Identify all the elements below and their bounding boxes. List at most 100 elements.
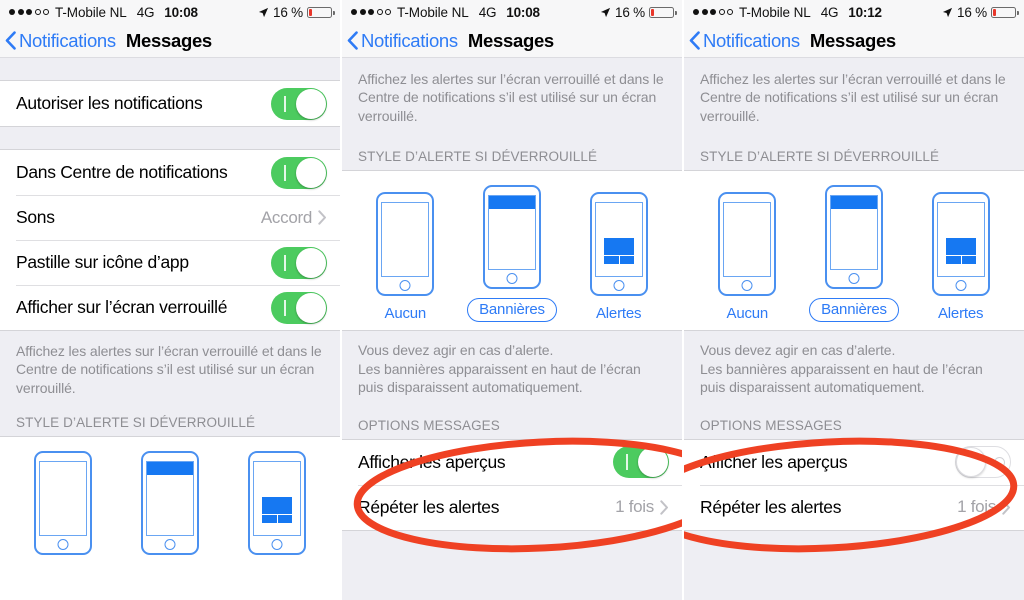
alert-style-picker[interactable]: Aucun Bannières Alertes: [684, 170, 1024, 332]
row-label: Pastille sur icône d’app: [16, 252, 189, 272]
row-control: [271, 156, 327, 189]
alert-style-label: Bannières: [467, 298, 557, 323]
alert-style-label: Aucun: [384, 305, 427, 323]
row-value-repeter: 1 fois: [957, 497, 996, 517]
alert-style-picker[interactable]: Aucun Bannières Alertes: [342, 170, 682, 332]
footnote-banner-behavior: Vous devez agir en cas d’alerte. Les ban…: [342, 331, 682, 401]
carrier-label: T-Mobile NL: [739, 4, 811, 20]
row-control: [271, 87, 327, 120]
toggle-autoriser-les-notifications[interactable]: [271, 87, 327, 120]
toggle-afficher-les-apercus[interactable]: [955, 446, 1011, 479]
alert-style-label: Alertes: [937, 305, 984, 323]
alert-style-label: Bannières: [809, 298, 899, 323]
status-bar-left: T-Mobile NL 4G 10:08: [9, 5, 198, 20]
clock-label: 10:08: [164, 4, 198, 20]
row-label: Afficher les aperçus: [358, 451, 506, 472]
navigation-bar: Notifications Messages: [342, 24, 682, 58]
alert-style-label: Aucun: [726, 305, 769, 323]
settings-group-message-options: Afficher les aperçus Répéter les alertes…: [684, 438, 1024, 531]
page-title: Messages: [125, 29, 212, 51]
chevron-left-icon: [689, 31, 700, 50]
phone-alert-icon: [247, 451, 306, 556]
toggle-afficher-sur-lecran-verrouille[interactable]: [271, 291, 327, 324]
phone-alert-icon: [589, 192, 648, 297]
row-repeter-les-alertes[interactable]: Répéter les alertes 1 fois: [684, 484, 1024, 530]
footnote-lockscreen: Affichez les alertes sur l’écran verroui…: [684, 58, 1024, 130]
row-label: Dans Centre de notifications: [16, 162, 228, 182]
row-autoriser-les-notifications[interactable]: Autoriser les notifications: [0, 81, 340, 126]
battery-percent-label: 16 %: [957, 4, 987, 20]
alert-style-option-bannieres[interactable]: Bannières: [806, 185, 902, 323]
toggle-afficher-les-apercus[interactable]: [613, 446, 669, 479]
settings-group-options: Dans Centre de notifications Sons Accord: [0, 149, 340, 331]
settings-scroll-area[interactable]: Affichez les alertes sur l’écran verroui…: [684, 58, 1024, 600]
group-spacer: [0, 58, 340, 80]
signal-strength-icon: [9, 9, 49, 15]
row-label: Afficher sur l’écran verrouillé: [16, 297, 228, 317]
alert-style-option-aucun[interactable]: Aucun: [357, 192, 453, 322]
status-bar-left: T-Mobile NL 4G 10:12: [693, 5, 882, 20]
toggle-pastille-sur-icone-dapp[interactable]: [271, 246, 327, 279]
row-control: [271, 246, 327, 279]
phone-blank-icon: [376, 192, 435, 297]
chevron-right-icon: [1002, 500, 1010, 515]
alert-style-option-alertes[interactable]: Alertes: [229, 451, 325, 556]
toggle-dans-centre-de-notifications[interactable]: [271, 156, 327, 189]
status-bar-right: 16 %: [600, 5, 677, 20]
section-header-alert-style: STYLE D’ALERTE SI DÉVERROUILLÉ: [342, 129, 682, 171]
row-dans-centre-de-notifications[interactable]: Dans Centre de notifications: [0, 150, 340, 195]
row-label: Autoriser les notifications: [16, 93, 203, 113]
row-control: 1 fois: [615, 497, 669, 517]
alert-style-label: Alertes: [595, 305, 642, 323]
footnote-banner-behavior: Vous devez agir en cas d’alerte. Les ban…: [684, 331, 1024, 401]
navigation-bar: Notifications Messages: [684, 24, 1024, 58]
settings-scroll-area[interactable]: Autoriser les notifications Dans Centre …: [0, 58, 340, 600]
footnote-lockscreen: Affichez les alertes sur l’écran verroui…: [0, 331, 340, 402]
network-type-label: 4G: [478, 4, 497, 20]
row-label: Afficher les aperçus: [700, 451, 848, 472]
status-bar: T-Mobile NL 4G 10:08 16 %: [342, 0, 682, 24]
row-pastille-sur-icone-dapp[interactable]: Pastille sur icône d’app: [0, 240, 340, 285]
alert-style-option-bannieres[interactable]: Bannières: [464, 185, 560, 323]
chevron-left-icon: [347, 31, 358, 50]
alert-style-option-aucun[interactable]: Aucun: [15, 451, 111, 556]
row-value-repeter: 1 fois: [615, 497, 654, 517]
row-sons[interactable]: Sons Accord: [0, 195, 340, 240]
chevron-left-icon: [5, 31, 16, 50]
row-control: [955, 446, 1011, 479]
row-value-sons: Accord: [260, 207, 312, 227]
row-afficher-sur-lecran-verrouille[interactable]: Afficher sur l’écran verrouillé: [0, 285, 340, 330]
phone-alert-icon: [931, 192, 990, 297]
row-repeter-les-alertes[interactable]: Répéter les alertes 1 fois: [342, 484, 682, 530]
status-bar-right: 16 %: [258, 4, 335, 20]
row-control: Accord: [261, 208, 327, 228]
settings-scroll-area[interactable]: Affichez les alertes sur l’écran verroui…: [342, 58, 682, 600]
row-afficher-les-apercus[interactable]: Afficher les aperçus: [684, 439, 1024, 485]
row-label: Sons: [16, 207, 55, 227]
phone-banner-icon: [482, 185, 541, 290]
battery-percent-label: 16 %: [273, 4, 303, 20]
location-arrow-icon: [942, 7, 953, 17]
back-button[interactable]: Notifications: [347, 30, 458, 52]
page-title: Messages: [809, 29, 896, 51]
bottom-filler: [684, 530, 1024, 600]
alert-style-option-aucun[interactable]: Aucun: [699, 192, 795, 322]
row-control: 1 fois: [957, 497, 1011, 517]
back-button[interactable]: Notifications: [689, 30, 800, 52]
settings-group-message-options: Afficher les aperçus Répéter les alertes…: [342, 438, 682, 531]
chevron-right-icon: [660, 500, 668, 515]
status-bar: T-Mobile NL 4G 10:08 16 %: [0, 0, 340, 24]
alert-style-picker[interactable]: Aucun Bannières Alertes: [0, 436, 340, 556]
alert-style-option-bannieres[interactable]: Bannières: [122, 451, 218, 556]
row-afficher-les-apercus[interactable]: Afficher les aperçus: [342, 439, 682, 485]
alert-style-option-alertes[interactable]: Alertes: [571, 192, 667, 322]
clock-label: 10:12: [848, 4, 882, 20]
section-header-options-messages: OPTIONS MESSAGES: [342, 400, 682, 439]
bottom-filler: [342, 530, 682, 600]
alert-style-option-alertes[interactable]: Alertes: [913, 192, 1009, 322]
phone-screen-3: T-Mobile NL 4G 10:12 16 % Notifications …: [684, 0, 1024, 600]
section-header-options-messages: OPTIONS MESSAGES: [684, 400, 1024, 439]
battery-icon: [991, 6, 1019, 18]
back-button[interactable]: Notifications: [5, 30, 116, 52]
row-label: Répéter les alertes: [358, 496, 500, 517]
